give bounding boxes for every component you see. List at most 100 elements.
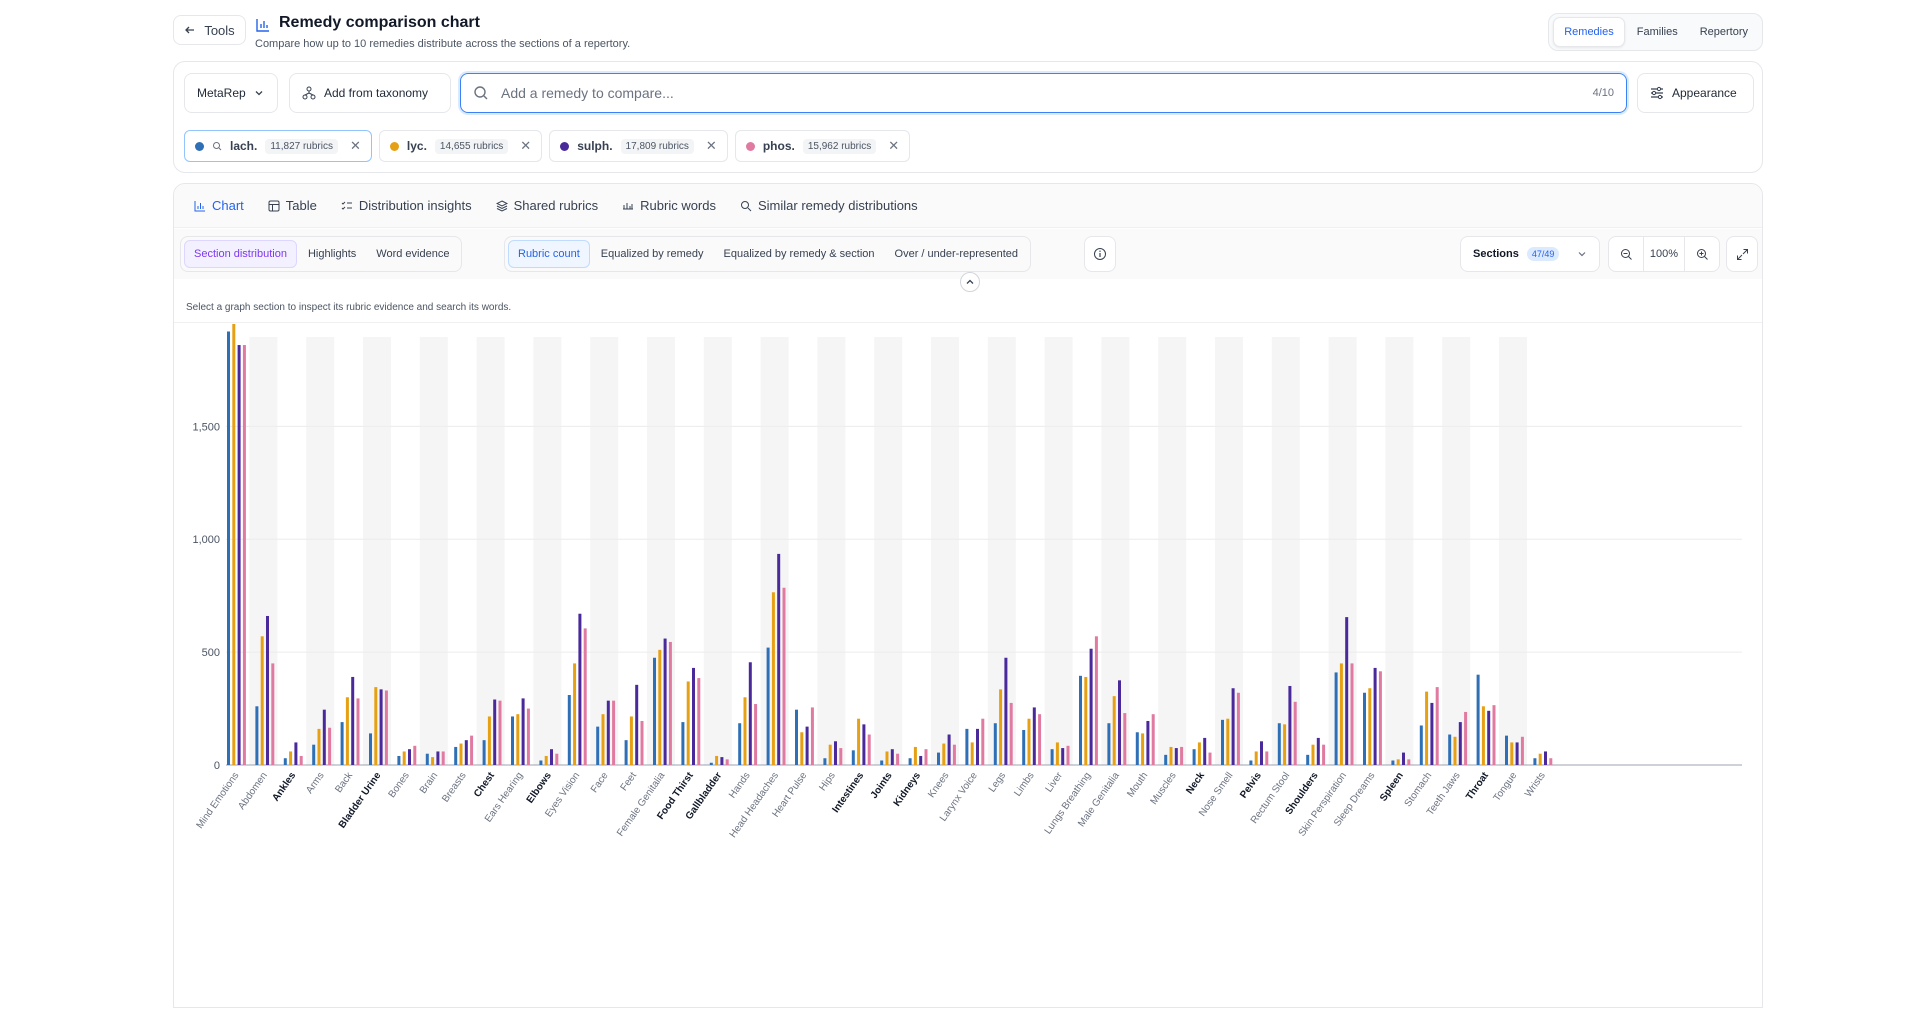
bar[interactable] (606, 700, 610, 765)
bar[interactable] (743, 697, 747, 765)
tab-similar-remedy-distributions[interactable]: Similar remedy distributions (730, 192, 928, 219)
collapse-toolbar-button[interactable] (960, 272, 980, 292)
bar[interactable] (999, 689, 1003, 765)
bar[interactable] (1316, 737, 1320, 765)
tab-repertory[interactable]: Repertory (1690, 18, 1758, 46)
bar[interactable] (1260, 741, 1263, 765)
bar[interactable] (862, 724, 866, 765)
bar[interactable] (653, 657, 656, 765)
bar[interactable] (573, 663, 577, 765)
bar[interactable] (828, 744, 832, 765)
bar[interactable] (1254, 751, 1258, 765)
bar[interactable] (709, 762, 713, 765)
bar[interactable] (459, 743, 463, 765)
section-band[interactable] (931, 337, 959, 765)
bar[interactable] (658, 649, 662, 765)
bar[interactable] (697, 678, 701, 765)
bar[interactable] (521, 698, 525, 765)
bar[interactable] (242, 345, 246, 765)
bar[interactable] (384, 690, 388, 765)
tab-chart[interactable]: Chart (184, 192, 254, 219)
bar[interactable] (1050, 749, 1054, 765)
bar[interactable] (1221, 719, 1224, 765)
bar[interactable] (544, 755, 548, 765)
bar[interactable] (1533, 758, 1537, 765)
bar[interactable] (583, 628, 587, 765)
zoom-out-button[interactable] (1609, 237, 1643, 271)
bar[interactable] (555, 753, 559, 765)
section-band[interactable] (1044, 337, 1073, 765)
info-button[interactable] (1084, 236, 1116, 272)
bar[interactable] (754, 704, 758, 765)
section-band[interactable] (1271, 337, 1300, 765)
bar[interactable] (1378, 671, 1382, 765)
bar[interactable] (1038, 714, 1042, 765)
bar[interactable] (766, 647, 770, 765)
bar[interactable] (1146, 720, 1150, 765)
bar[interactable] (1112, 696, 1116, 765)
bar[interactable] (715, 755, 719, 765)
bar[interactable] (526, 708, 530, 765)
bar[interactable] (663, 638, 667, 765)
bar[interactable] (312, 744, 316, 765)
bar[interactable] (1435, 687, 1439, 765)
bar[interactable] (470, 735, 474, 765)
bar[interactable] (436, 751, 440, 765)
bar[interactable] (795, 709, 798, 765)
appearance-button[interactable]: Appearance (1637, 73, 1754, 113)
bar[interactable] (1089, 648, 1093, 765)
bar[interactable] (379, 689, 383, 765)
bar[interactable] (1492, 705, 1496, 765)
bar[interactable] (516, 714, 520, 765)
bar[interactable] (1032, 707, 1036, 765)
bar[interactable] (885, 751, 889, 765)
bar[interactable] (374, 687, 378, 765)
bar[interactable] (1288, 685, 1292, 765)
bar[interactable] (289, 751, 293, 765)
bar[interactable] (1208, 752, 1212, 765)
bar[interactable] (1084, 676, 1088, 765)
remedy-chip[interactable]: lach. 11,827 rubrics ✕ (184, 130, 372, 162)
mode-section-distribution[interactable]: Section distribution (184, 240, 297, 268)
bar[interactable] (369, 733, 372, 765)
bar[interactable] (1487, 710, 1491, 765)
bar[interactable] (1123, 713, 1127, 765)
bar[interactable] (823, 758, 827, 765)
section-band[interactable] (1499, 337, 1527, 765)
bar[interactable] (782, 587, 786, 765)
bar[interactable] (965, 728, 969, 765)
remedy-chip[interactable]: sulph. 17,809 rubrics ✕ (549, 130, 728, 162)
bar[interactable] (725, 759, 729, 765)
bar[interactable] (1350, 663, 1354, 765)
bar[interactable] (993, 723, 997, 765)
bar[interactable] (919, 755, 923, 765)
bar[interactable] (1402, 752, 1405, 765)
bar[interactable] (1520, 736, 1524, 765)
bar[interactable] (1306, 754, 1310, 765)
bar[interactable] (867, 734, 871, 765)
fullscreen-button[interactable] (1726, 236, 1758, 272)
bar[interactable] (283, 758, 287, 765)
bar[interactable] (692, 667, 695, 765)
bar[interactable] (1061, 748, 1065, 765)
bar[interactable] (1311, 744, 1315, 765)
remedy-chip[interactable]: phos. 15,962 rubrics ✕ (734, 130, 911, 162)
bar[interactable] (601, 714, 605, 765)
bar[interactable] (425, 753, 429, 765)
section-band[interactable] (1385, 337, 1414, 765)
bar[interactable] (908, 758, 912, 765)
bar[interactable] (1425, 691, 1429, 765)
bar[interactable] (1231, 688, 1235, 765)
bar[interactable] (839, 748, 843, 765)
section-band[interactable] (874, 337, 903, 765)
bar[interactable] (924, 749, 928, 765)
bar[interactable] (748, 662, 752, 765)
tab-shared-rubrics[interactable]: Shared rubrics (486, 192, 609, 219)
bar[interactable] (1277, 723, 1281, 765)
bar[interactable] (1009, 702, 1013, 765)
bar[interactable] (550, 749, 553, 765)
bar[interactable] (1118, 680, 1121, 765)
bar[interactable] (345, 697, 349, 765)
bar[interactable] (810, 707, 814, 765)
bar[interactable] (1293, 701, 1297, 765)
